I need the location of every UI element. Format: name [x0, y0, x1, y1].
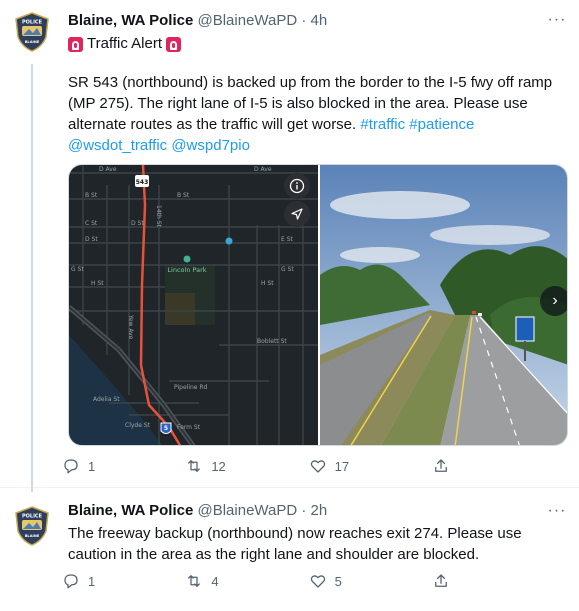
retweet-icon [188, 575, 201, 587]
thread-connector-line [31, 64, 33, 492]
map-label: Boblett St [257, 338, 287, 345]
map-label: 14th St [155, 205, 162, 228]
badge-text: POLICE [22, 20, 43, 26]
retweet-button[interactable]: 4 [185, 572, 255, 590]
siren-emoji-icon [68, 36, 83, 52]
reply-count: 1 [88, 573, 96, 589]
map-label: H St [261, 280, 274, 287]
heart-icon [310, 575, 325, 588]
media-grid: 543 5 D Ave D Ave B St B St C St D St D … [68, 164, 568, 446]
reply-count: 1 [88, 458, 96, 474]
reply-button[interactable]: 1 [62, 457, 132, 475]
retweet-count: 4 [211, 573, 219, 589]
map-graphic: 543 5 D Ave D Ave B St B St C St D St D … [69, 165, 318, 445]
like-count: 5 [334, 573, 342, 589]
retweet-icon [188, 460, 201, 472]
badge-subtext: BLAINE [25, 534, 40, 538]
highway-photo-graphic [320, 165, 567, 445]
hashtag-link[interactable]: #traffic [360, 116, 405, 133]
map-label: G St [281, 266, 294, 273]
map-label: Clyde St [125, 422, 151, 429]
alert-text: Traffic Alert [87, 35, 163, 52]
like-button[interactable]: 17 [309, 457, 379, 475]
next-image-arrow-icon[interactable]: › [540, 286, 567, 316]
tweet-body: SR 543 (northbound) is backed up from th… [68, 74, 553, 133]
map-label: Pipeline Rd [174, 384, 208, 391]
share-button[interactable] [432, 572, 502, 590]
display-name[interactable]: Blaine, WA Police [68, 12, 193, 29]
tweet-actions: 1 12 17 [62, 457, 502, 475]
mention-link[interactable]: @wsdot_traffic [68, 137, 167, 154]
map-label: D Ave [254, 166, 272, 173]
tweet-text: SR 543 (northbound) is backed up from th… [68, 72, 563, 156]
tweet-text: The freeway backup (northbound) now reac… [68, 523, 563, 565]
tweet-header: Blaine, WA Police @BlaineWaPD · 4h [68, 11, 327, 31]
user-handle[interactable]: @BlaineWaPD [197, 502, 297, 519]
separator-dot: · [301, 12, 307, 29]
map-label: C St [85, 220, 98, 227]
heart-icon [310, 460, 325, 473]
location-arrow-icon[interactable] [284, 201, 310, 227]
user-handle[interactable]: @BlaineWaPD [197, 12, 297, 29]
map-label: Ferm St [177, 424, 201, 431]
more-options-icon[interactable]: ··· [547, 10, 567, 30]
reply-icon [64, 574, 78, 589]
police-badge-icon: POLICE BLAINE [15, 506, 49, 546]
route-shield-label: 543 [136, 179, 149, 186]
tweet-actions: 1 4 5 [62, 572, 502, 590]
interstate-shield-label: 5 [164, 425, 168, 432]
more-options-icon[interactable]: ··· [547, 501, 567, 521]
map-label: B St [177, 192, 190, 199]
retweet-button[interactable]: 12 [185, 457, 255, 475]
map-label: G St [71, 266, 84, 273]
reply-icon [64, 459, 78, 474]
avatar[interactable]: POLICE BLAINE [11, 11, 53, 53]
highway-photo[interactable]: › [320, 165, 567, 445]
map-label: Yew Ave [127, 314, 134, 340]
share-icon [435, 459, 447, 472]
tweet-header: Blaine, WA Police @BlaineWaPD · 2h [68, 501, 327, 521]
mention-link[interactable]: @wspd7pio [171, 137, 250, 154]
tweet[interactable]: POLICE BLAINE Blaine, WA Police @BlaineW… [0, 488, 579, 611]
like-button[interactable]: 5 [309, 572, 379, 590]
reply-button[interactable]: 1 [62, 572, 132, 590]
like-count: 17 [334, 458, 350, 474]
timestamp[interactable]: 2h [311, 502, 328, 519]
map-label: D Ave [99, 166, 117, 173]
retweet-count: 12 [211, 458, 226, 474]
map-label: E St [281, 236, 294, 243]
map-label: B St [85, 192, 98, 199]
info-icon[interactable] [284, 173, 310, 199]
map-label: H St [91, 280, 104, 287]
badge-subtext: BLAINE [25, 40, 40, 44]
separator-dot: · [301, 502, 307, 519]
map-image[interactable]: 543 5 D Ave D Ave B St B St C St D St D … [69, 165, 318, 445]
park-label: Lincoln Park [167, 266, 206, 274]
share-button[interactable] [432, 457, 502, 475]
tweet-body: The freeway backup (northbound) now reac… [68, 525, 522, 563]
share-icon [435, 574, 447, 587]
badge-text: POLICE [22, 514, 43, 520]
siren-emoji-icon [166, 36, 182, 52]
map-label: D St [131, 220, 144, 227]
display-name[interactable]: Blaine, WA Police [68, 502, 193, 519]
alert-line: Traffic Alert [68, 34, 182, 54]
timestamp[interactable]: 4h [311, 12, 328, 29]
map-label: D St [85, 236, 98, 243]
hashtag-link[interactable]: #patience [409, 116, 474, 133]
police-badge-icon: POLICE BLAINE [15, 12, 49, 52]
tweet[interactable]: POLICE BLAINE Blaine, WA Police @BlaineW… [0, 0, 579, 492]
map-label: Adelia St [93, 396, 120, 403]
avatar[interactable]: POLICE BLAINE [11, 505, 53, 547]
